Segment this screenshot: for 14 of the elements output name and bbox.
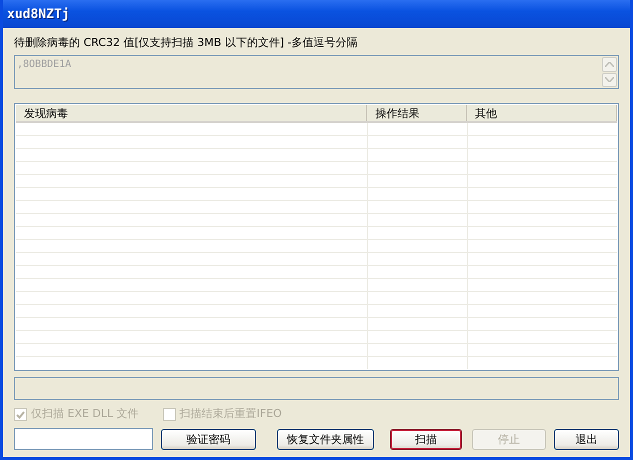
scroll-up-icon[interactable] (602, 57, 617, 72)
column-header[interactable]: 其他 (467, 105, 617, 121)
column-header[interactable]: 发现病毒 (16, 105, 368, 121)
crc-label: 待删除病毒的 CRC32 值[仅支持扫描 3MB 以下的文件] -多值逗号分隔 (14, 36, 359, 50)
scroll-down-icon[interactable] (602, 72, 617, 87)
dialog-button[interactable]: 恢复文件夹属性 (276, 428, 374, 450)
dialog-button[interactable]: 退出 (554, 428, 620, 450)
checkbox-label: 仅扫描 EXE DLL 文件 (31, 406, 139, 422)
password-field[interactable] (14, 428, 154, 450)
column-header[interactable]: 操作结果 (367, 105, 468, 121)
dialog-button[interactable]: 验证密码 (161, 428, 256, 450)
checkbox-label: 扫描结束后重置IFEO (180, 406, 282, 422)
window-title: xud8NZTj (3, 0, 630, 28)
dialog-button[interactable]: 扫描 (390, 428, 462, 450)
